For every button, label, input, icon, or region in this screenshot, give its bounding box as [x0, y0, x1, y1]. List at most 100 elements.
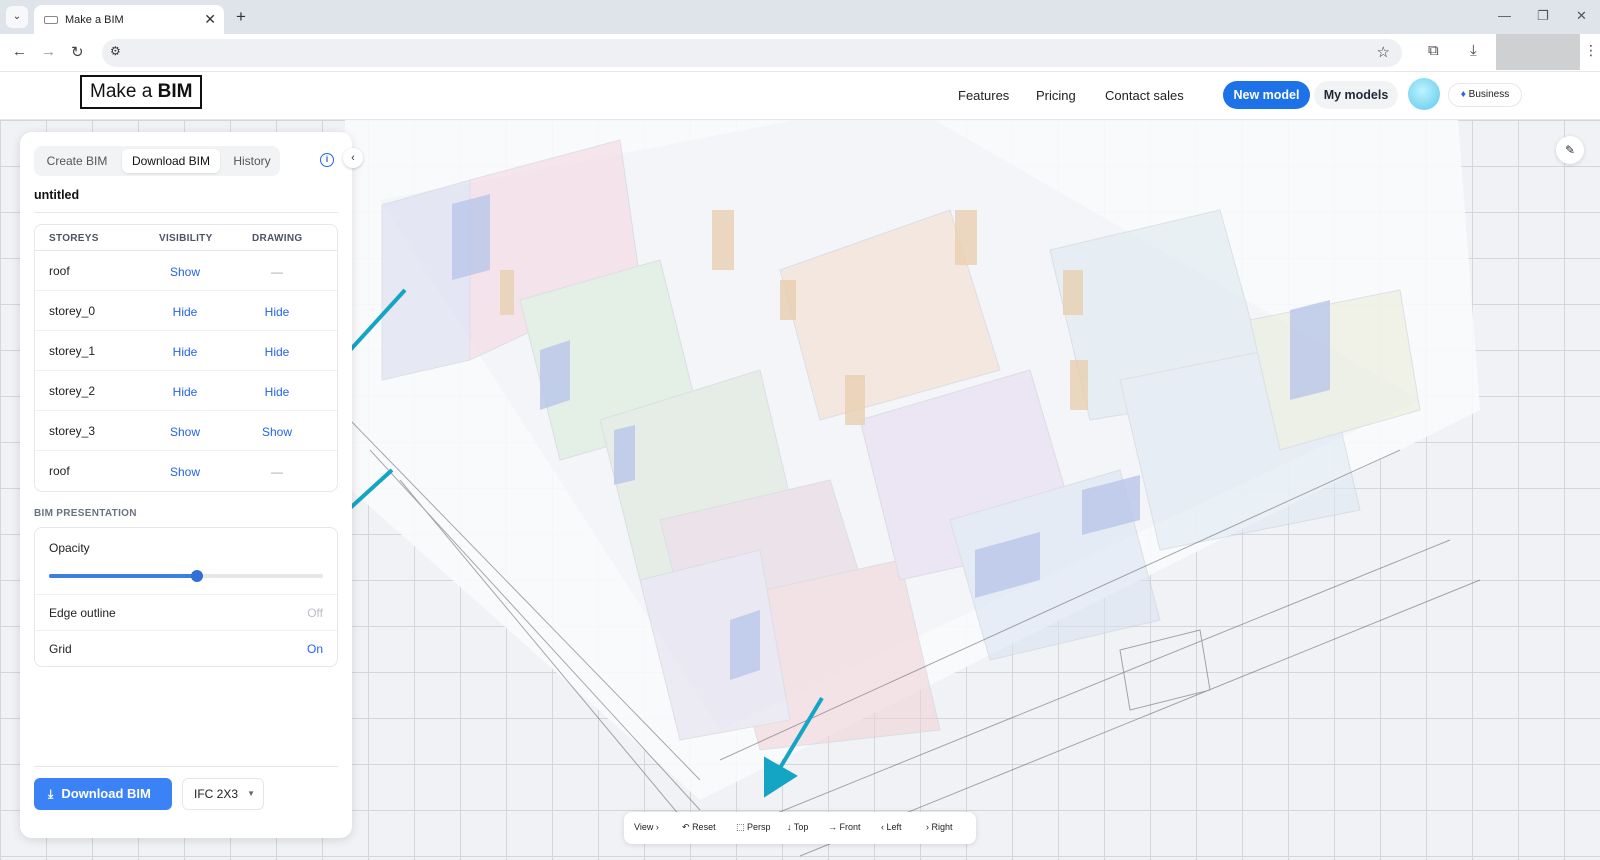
tab-download-bim[interactable]: Download BIM [122, 149, 220, 173]
logo[interactable]: Make a BIM [80, 75, 203, 109]
tab-create-bim[interactable]: Create BIM [38, 149, 116, 173]
divider [34, 212, 338, 213]
plan-badge[interactable]: ♦ Business [1448, 83, 1522, 107]
tab-history[interactable]: History [224, 149, 280, 173]
table-row: roof Show — [35, 251, 337, 291]
table-row: storey_0 Hide Hide [35, 291, 337, 331]
logo-bold-text: BIM [157, 81, 193, 102]
visibility-toggle[interactable]: Show [153, 465, 217, 479]
persp-button[interactable]: ⬚ Persp [736, 822, 771, 833]
storey-name: storey_0 [49, 304, 96, 318]
edge-outline-toggle[interactable]: Off [307, 606, 323, 620]
chevron-right-icon: › [926, 822, 929, 832]
storey-name: storey_1 [49, 344, 96, 358]
bookmark-star-icon[interactable]: ☆ [1377, 43, 1390, 61]
notes-icon[interactable]: ✎ [1556, 136, 1584, 164]
reset-label: Reset [692, 822, 716, 832]
reset-button[interactable]: ↶ Reset [682, 822, 716, 833]
opacity-fill [49, 574, 197, 578]
diamond-icon: ♦ [1460, 89, 1466, 100]
table-row: storey_3 Show Show [35, 411, 337, 451]
download-bim-label: Download BIM [61, 786, 151, 801]
top-button[interactable]: ↓ Top [787, 822, 808, 832]
header-storeys: STOREYS [49, 233, 99, 244]
drawing-toggle[interactable]: Show [245, 425, 309, 439]
browser-menu-icon[interactable]: ⋮ [1584, 42, 1598, 59]
profile-area[interactable] [1496, 34, 1580, 70]
table-row: roof Show — [35, 451, 337, 491]
storeys-table: STOREYS VISIBILITY DRAWING roof Show — s… [34, 224, 338, 492]
close-tab-icon[interactable]: ✕ [204, 11, 216, 28]
grid-toggle[interactable]: On [307, 642, 323, 656]
drawing-toggle[interactable]: Hide [245, 305, 309, 319]
back-icon[interactable]: ← [12, 43, 27, 60]
left-button[interactable]: ‹ Left [881, 822, 902, 832]
reload-icon[interactable]: ↻ [71, 43, 84, 61]
bim-presentation-heading: BIM PRESENTATION [34, 508, 137, 519]
tab-search-button[interactable]: ⌄ [6, 6, 28, 28]
nav-pricing[interactable]: Pricing [1036, 88, 1076, 103]
info-icon[interactable]: i [320, 153, 334, 167]
drawing-value: — [271, 465, 283, 479]
nav-features[interactable]: Features [958, 88, 1009, 103]
storey-name: storey_2 [49, 384, 96, 398]
right-label: Right [931, 822, 953, 832]
visibility-toggle[interactable]: Hide [153, 385, 217, 399]
table-row: storey_1 Hide Hide [35, 331, 337, 371]
storey-name: storey_3 [49, 424, 96, 438]
drawing-toggle[interactable]: Hide [245, 385, 309, 399]
nav-contact-sales[interactable]: Contact sales [1105, 88, 1184, 103]
address-input[interactable]: ⚙ ☆ [102, 39, 1402, 67]
extensions-icon[interactable]: ⧉ [1428, 42, 1439, 59]
persp-label: Persp [747, 822, 771, 832]
chevron-down-icon: ▼ [247, 789, 255, 798]
download-icon[interactable]: ⤓ [1470, 42, 1477, 59]
grid-row[interactable]: Grid On [35, 630, 337, 666]
format-select[interactable]: IFC 2X3 ▼ [182, 778, 264, 810]
opacity-slider[interactable] [49, 570, 323, 582]
visibility-toggle[interactable]: Hide [153, 305, 217, 319]
reset-icon: ↶ [682, 822, 690, 832]
opacity-label: Opacity [49, 541, 90, 555]
collapse-panel-button[interactable]: ‹ [343, 148, 363, 168]
new-tab-button[interactable]: + [236, 7, 246, 27]
front-button[interactable]: → Front [828, 822, 861, 832]
favicon-icon [44, 15, 58, 24]
visibility-toggle[interactable]: Hide [153, 345, 217, 359]
storey-name: roof [49, 264, 70, 278]
side-panel: Create BIM Download BIM History i untitl… [20, 132, 352, 838]
browser-tab[interactable]: Make a BIM ✕ [34, 5, 224, 34]
address-bar-row: ← → ↻ ⚙ ☆ ⧉ ⤓ ⋮ [0, 34, 1600, 72]
download-icon: ⤓ [48, 787, 54, 801]
avatar[interactable] [1408, 78, 1440, 110]
model-name: untitled [34, 188, 80, 202]
close-window-icon[interactable]: ✕ [1576, 8, 1587, 24]
drawing-toggle[interactable]: Hide [245, 345, 309, 359]
table-row: storey_2 Hide Hide [35, 371, 337, 411]
front-label: Front [839, 822, 861, 832]
browser-tab-strip: ⌄ Make a BIM ✕ + — ❐ ✕ [0, 0, 1600, 34]
edge-outline-row[interactable]: Edge outline Off [35, 594, 337, 630]
storey-name: roof [49, 464, 70, 478]
grid-label: Grid [49, 642, 72, 656]
forward-icon[interactable]: → [41, 43, 56, 60]
view-label: View [634, 822, 654, 832]
view-menu-button[interactable]: View › [634, 822, 659, 832]
minimize-icon[interactable]: — [1498, 8, 1511, 23]
table-header: STOREYS VISIBILITY DRAWING [35, 225, 337, 251]
my-models-button[interactable]: My models [1314, 81, 1398, 109]
right-button[interactable]: › Right [926, 822, 953, 832]
edge-outline-label: Edge outline [49, 606, 116, 620]
new-model-button[interactable]: New model [1223, 81, 1310, 109]
visibility-toggle[interactable]: Show [153, 265, 217, 279]
logo-text: Make a [90, 81, 158, 102]
view-toolbar: View › ↶ Reset ⬚ Persp ↓ Top → Front ‹ L… [624, 812, 976, 844]
opacity-slider-handle[interactable] [190, 570, 203, 582]
visibility-toggle[interactable]: Show [153, 425, 217, 439]
arrow-right-icon: → [828, 822, 837, 832]
header-drawing: DRAWING [252, 233, 303, 244]
restore-icon[interactable]: ❐ [1537, 8, 1549, 24]
download-bim-button[interactable]: ⤓ Download BIM [34, 778, 172, 810]
chevron-left-icon: ‹ [881, 822, 884, 832]
site-settings-icon[interactable]: ⚙ [110, 44, 121, 58]
